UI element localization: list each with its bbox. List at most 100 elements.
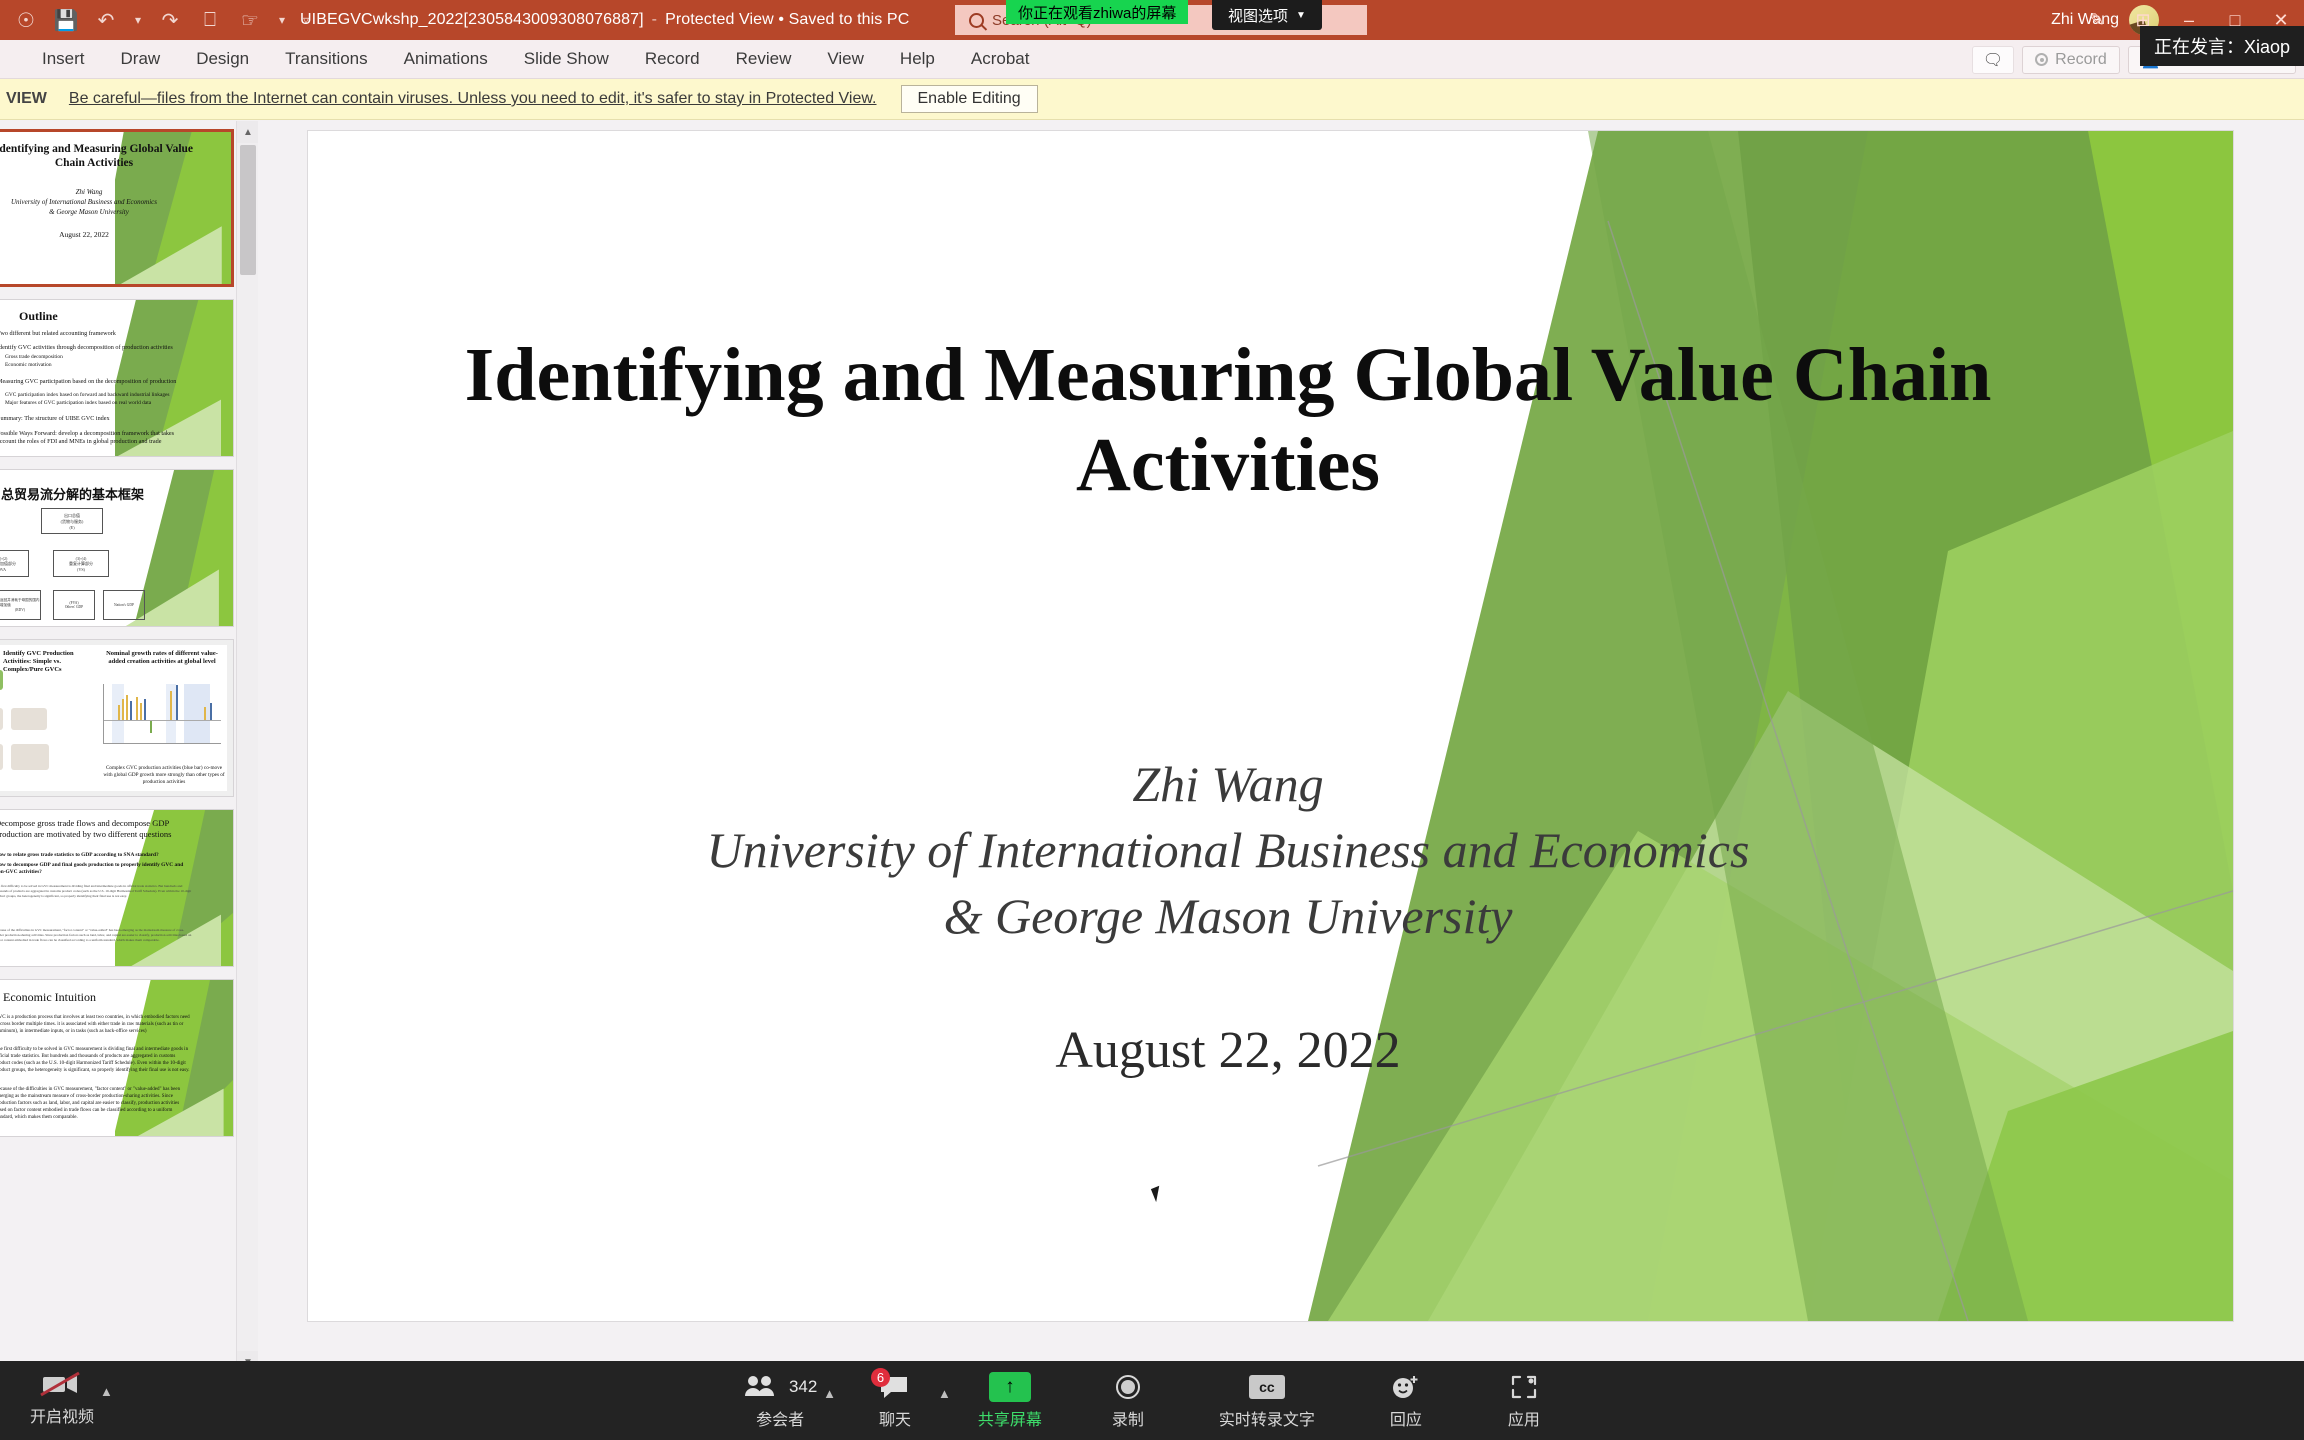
current-slide[interactable]: Identifying and Measuring Global Value C… <box>308 131 2233 1321</box>
slide-thumbnail-pane[interactable]: Identifying and Measuring Global Value C… <box>0 121 258 1373</box>
thumb-line: & George Mason University <box>49 208 129 216</box>
tab-animations[interactable]: Animations <box>386 45 506 73</box>
thumb-chart <box>103 684 221 744</box>
record-button[interactable]: Record <box>2022 45 2120 74</box>
comments-button[interactable]: 🗨 <box>1971 45 2015 74</box>
scroll-up-icon[interactable]: ▲ <box>237 121 258 143</box>
page-title[interactable]: Identifying and Measuring Global Value C… <box>448 331 2008 510</box>
slide-date[interactable]: August 22, 2022 <box>448 1021 2008 1080</box>
zoom-apps-button[interactable]: 应用 <box>1465 1372 1583 1430</box>
start-presentation-icon[interactable]: ⎕ <box>190 3 230 37</box>
protected-view-label: VIEW <box>6 90 47 107</box>
zoom-captions-button[interactable]: cc 实时转录文字 <box>1187 1372 1347 1430</box>
thumb-line: Complex GVC production activities (blue … <box>103 765 225 785</box>
diagram-node-fva: (FVA) Others' GDP <box>53 590 95 620</box>
thumb-title: Decompose gross trade flows and decompos… <box>0 818 172 840</box>
enable-editing-button[interactable]: Enable Editing <box>900 85 1038 113</box>
undo-icon[interactable]: ↶ <box>86 3 126 37</box>
zoom-view-options-button[interactable]: 视图选项 ▼ <box>1212 0 1322 30</box>
chevron-up-icon[interactable]: ▲ <box>100 1384 113 1399</box>
list-item[interactable]: Identify GVC Production Activities: Simp… <box>0 639 234 797</box>
node-text: Nation's GDP <box>114 603 134 607</box>
thumb-line: Zhi Wang <box>75 188 103 196</box>
thumb-shape <box>11 708 47 730</box>
zoom-participants-button[interactable]: 342 参会者 <box>721 1372 839 1430</box>
thumb-line: Summary: The structure of UIBE GVC index <box>0 415 110 422</box>
zoom-video-control[interactable]: 开启视频 ▲ <box>14 1369 113 1427</box>
tab-design[interactable]: Design <box>178 45 267 73</box>
window-title: UIBEGVCwkshp_2022[2305843009308076887] -… <box>300 0 909 40</box>
record-icon <box>2035 53 2049 66</box>
autosave-icon[interactable]: ☉ <box>6 3 46 37</box>
pen-annotate-icon[interactable]: ✎ <box>2074 0 2120 40</box>
thumb-line: Identify GVC activities through decompos… <box>0 344 173 351</box>
thumb-line: Two different but related accounting fra… <box>0 330 116 337</box>
thumb-line: Major features of GVC participation inde… <box>5 400 152 406</box>
list-item[interactable]: Outline Two different but related accoun… <box>0 299 234 457</box>
tab-insert[interactable]: Insert <box>24 45 103 73</box>
thumbnail-scrollbar[interactable]: ▲ ▼ <box>236 121 258 1373</box>
list-item[interactable]: 总贸易流分解的基本框架 出口总值 (货物与服务) (E) (1)-(2) 国内增… <box>0 469 234 627</box>
tab-slide-show[interactable]: Slide Show <box>506 45 627 73</box>
zoom-captions-label: 实时转录文字 <box>1218 1411 1315 1429</box>
thumb-line: How to decompose GDP and final goods pro… <box>0 862 184 876</box>
undo-dropdown-icon[interactable]: ▾ <box>126 3 150 37</box>
thumb-title: Identify GVC Production Activities: Simp… <box>3 650 74 674</box>
thumb-body: The first difficulty to be solved in GVC… <box>0 884 192 898</box>
thumb-line: The first difficulty to be solved in GVC… <box>0 1047 190 1073</box>
touch-dropdown-icon[interactable]: ▾ <box>270 3 294 37</box>
tab-acrobat[interactable]: Acrobat <box>953 45 1048 73</box>
zoom-video-button[interactable]: 开启视频 <box>14 1369 110 1427</box>
thumb-title: Identifying and Measuring Global Value C… <box>0 143 194 170</box>
zoom-reactions-button[interactable]: 回应 <box>1347 1372 1465 1430</box>
author-name: Zhi Wang <box>1132 756 1324 812</box>
thumb-body: Because of the difficulties in GVC measu… <box>0 928 192 942</box>
thumb-line: Gross trade decomposition <box>5 354 63 360</box>
tab-view[interactable]: View <box>809 45 882 73</box>
scrollbar-thumb[interactable] <box>240 145 256 275</box>
protected-view-message: Be careful—files from the Internet can c… <box>68 90 877 107</box>
chat-icon: 6 <box>871 1367 912 1402</box>
affiliation-line-1: University of International Business and… <box>706 822 1750 878</box>
quick-access-toolbar: ☉ 💾 ↶ ▾ ↷ ⎕ ☞ ▾ ▿ <box>0 3 318 37</box>
redo-icon[interactable]: ↷ <box>150 3 190 37</box>
tab-transitions[interactable]: Transitions <box>267 45 386 73</box>
zoom-record-button[interactable]: 录制 <box>1069 1372 1187 1430</box>
tab-review[interactable]: Review <box>718 45 810 73</box>
list-item[interactable]: Identifying and Measuring Global Value C… <box>0 129 234 287</box>
zoom-record-label: 录制 <box>1111 1411 1144 1429</box>
zoom-share-screen-button[interactable]: ↑ 共享屏幕 <box>951 1371 1069 1430</box>
node-text: (RDV) <box>15 608 25 612</box>
zoom-reactions-label: 回应 <box>1389 1411 1422 1429</box>
node-text: Others' GDP <box>64 605 84 609</box>
list-item[interactable]: Economic Intuition GVC is a production p… <box>0 979 234 1137</box>
zoom-share-banner: 你正在观看zhiwa的屏幕 <box>1006 0 1189 24</box>
title-separator: - <box>651 11 658 28</box>
thumb-title: 总贸易流分解的基本框架 <box>1 487 145 502</box>
thumb-line: GVC participation index based on forward… <box>5 392 170 398</box>
tab-help[interactable]: Help <box>882 45 953 73</box>
slide-editing-area[interactable]: Identifying and Measuring Global Value C… <box>258 121 2304 1373</box>
thumb-line: Measuring GVC participation based on the… <box>0 378 177 385</box>
slide-subtitle[interactable]: Zhi Wang University of International Bus… <box>448 751 2008 949</box>
ribbon-tab-bar: Insert Draw Design Transitions Animation… <box>0 40 2304 79</box>
zoom-speaking-indicator: 正在发言：Xiaop <box>2139 26 2304 66</box>
file-name: UIBEGVCwkshp_2022[2305843009308076887] <box>300 11 644 28</box>
list-item[interactable]: Decompose gross trade flows and decompos… <box>0 809 234 967</box>
chevron-up-icon[interactable]: ▲ <box>938 1386 951 1401</box>
cc-icon: cc <box>1248 1372 1285 1402</box>
thumb-line: August 22, 2022 <box>59 230 109 239</box>
touch-mode-icon[interactable]: ☞ <box>230 3 270 37</box>
participants-icon: 342 <box>743 1372 817 1402</box>
protected-view-bar: VIEW Be careful—files from the Internet … <box>0 79 2304 120</box>
zoom-chat-button[interactable]: 6 聊天 <box>836 1367 954 1430</box>
view-options-label: 视图选项 <box>1228 7 1289 25</box>
thumb-title: Economic Intuition <box>3 990 96 1004</box>
chevron-up-icon[interactable]: ▲ <box>823 1386 836 1401</box>
tab-record[interactable]: Record <box>627 45 718 73</box>
node-text: (VS) <box>77 566 85 572</box>
chevron-down-icon: ▼ <box>1296 9 1306 21</box>
save-icon[interactable]: 💾 <box>46 3 86 37</box>
diagram-node-pdc: Nation's GDP <box>103 590 145 620</box>
tab-draw[interactable]: Draw <box>103 45 179 73</box>
